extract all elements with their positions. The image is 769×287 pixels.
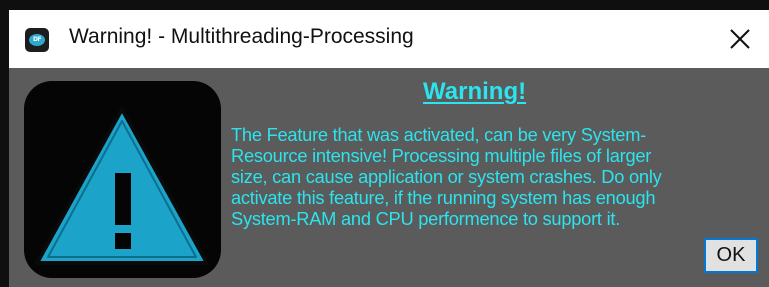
message-line: Resource intensive! Processing multiple … bbox=[231, 145, 652, 166]
message-line: The Feature that was activated, can be v… bbox=[231, 124, 647, 145]
message-line: size, can cause application or system cr… bbox=[231, 166, 662, 187]
warning-triangle-icon bbox=[24, 81, 221, 278]
message-line: activate this feature, if the running sy… bbox=[231, 187, 656, 208]
title-bar[interactable]: DF Warning! - Multithreading-Processing bbox=[9, 10, 769, 68]
app-logo-text: DF bbox=[29, 34, 45, 46]
message-line: System-RAM and CPU performence to suppor… bbox=[231, 208, 621, 229]
close-icon bbox=[730, 29, 750, 49]
ok-button[interactable]: OK bbox=[704, 238, 758, 273]
warning-message: The Feature that was activated, can be v… bbox=[231, 124, 751, 229]
warning-dialog-window: DF Warning! - Multithreading-Processing … bbox=[9, 10, 769, 287]
window-title: Warning! - Multithreading-Processing bbox=[69, 25, 414, 48]
warning-heading: Warning! bbox=[423, 78, 527, 105]
close-button[interactable] bbox=[711, 10, 769, 68]
dialog-content: Warning! The Feature that was activated,… bbox=[9, 68, 769, 287]
app-logo-icon: DF bbox=[25, 28, 49, 52]
